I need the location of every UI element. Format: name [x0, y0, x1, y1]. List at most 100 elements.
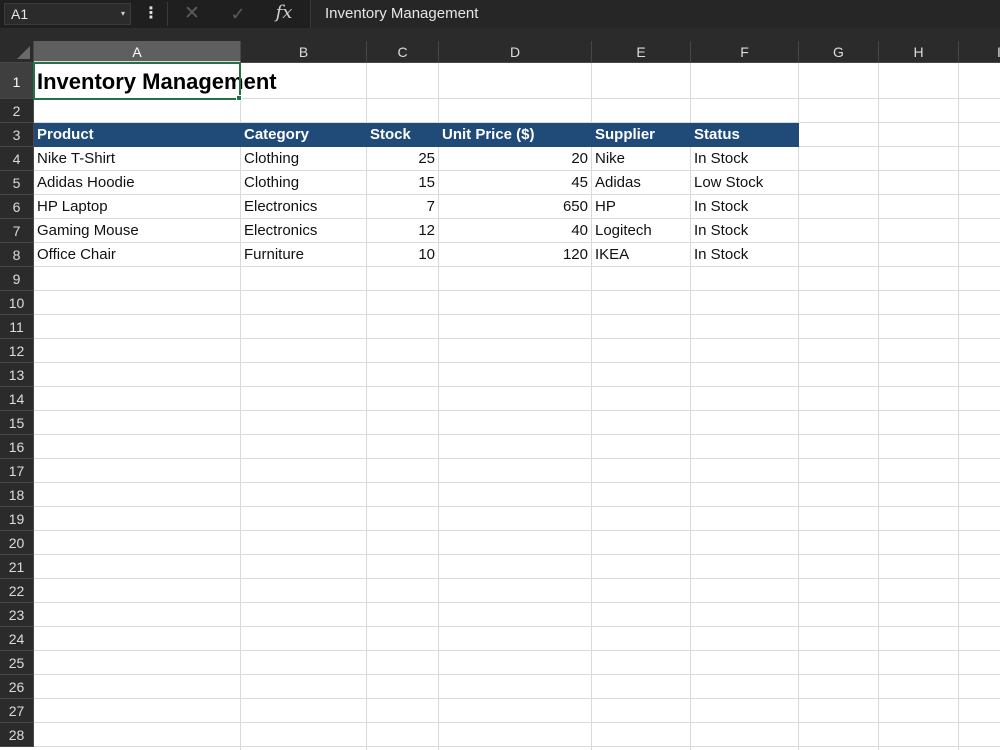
- gridline-horizontal: [34, 362, 1000, 363]
- cell-status[interactable]: In Stock: [691, 147, 798, 171]
- column-header-c[interactable]: C: [367, 41, 439, 63]
- gridline-vertical: [878, 63, 879, 750]
- cell-stock[interactable]: 7: [367, 195, 438, 219]
- row-header-11[interactable]: 11: [0, 315, 34, 339]
- column-header-h[interactable]: H: [879, 41, 959, 63]
- row-header-12[interactable]: 12: [0, 339, 34, 363]
- column-header-b[interactable]: B: [241, 41, 367, 63]
- cell-category[interactable]: Clothing: [241, 171, 366, 195]
- row-header-19[interactable]: 19: [0, 507, 34, 531]
- row-header-3[interactable]: 3: [0, 123, 34, 147]
- cell-product[interactable]: Office Chair: [34, 243, 240, 267]
- cell-status[interactable]: In Stock: [691, 195, 798, 219]
- formula-bar: A1 ▾ ⋮ ✕ ✓ fx Inventory Management: [0, 0, 1000, 28]
- gridline-horizontal: [34, 722, 1000, 723]
- row-header-9[interactable]: 9: [0, 267, 34, 291]
- header-category[interactable]: Category: [241, 123, 366, 147]
- cell-supplier[interactable]: HP: [592, 195, 690, 219]
- gridline-horizontal: [34, 674, 1000, 675]
- row-header-5[interactable]: 5: [0, 171, 34, 195]
- row-header-27[interactable]: 27: [0, 699, 34, 723]
- cell-supplier[interactable]: Adidas: [592, 171, 690, 195]
- cell-supplier[interactable]: IKEA: [592, 243, 690, 267]
- row-header-23[interactable]: 23: [0, 603, 34, 627]
- cell-status[interactable]: In Stock: [691, 243, 798, 267]
- gridline-horizontal: [34, 314, 1000, 315]
- spreadsheet-grid[interactable]: ABCDEFGHI 1 2 3 4 5 6 7 8 9 10 11 12 13 14 15 16 17 18 19 2…: [0, 41, 1000, 750]
- column-header-g[interactable]: G: [799, 41, 879, 63]
- gridline-vertical: [958, 63, 959, 750]
- gridline-horizontal: [34, 530, 1000, 531]
- row-header-4[interactable]: 4: [0, 147, 34, 171]
- gridline-horizontal: [34, 746, 1000, 747]
- row-header-15[interactable]: 15: [0, 411, 34, 435]
- formula-input[interactable]: Inventory Management: [310, 0, 1000, 28]
- cell-category[interactable]: Electronics: [241, 219, 366, 243]
- row-header-1[interactable]: 1: [0, 63, 34, 99]
- row-header-6[interactable]: 6: [0, 195, 34, 219]
- chevron-down-icon[interactable]: ▾: [121, 4, 125, 24]
- row-header-17[interactable]: 17: [0, 459, 34, 483]
- row-header-22[interactable]: 22: [0, 579, 34, 603]
- cell-status[interactable]: In Stock: [691, 219, 798, 243]
- column-header-d[interactable]: D: [439, 41, 592, 63]
- row-header-21[interactable]: 21: [0, 555, 34, 579]
- cell-stock[interactable]: 15: [367, 171, 438, 195]
- cell-unit-price[interactable]: 40: [439, 219, 591, 243]
- enter-icon[interactable]: ✓: [226, 2, 250, 26]
- row-header-8[interactable]: 8: [0, 243, 34, 267]
- row-header-10[interactable]: 10: [0, 291, 34, 315]
- gridline-horizontal: [34, 602, 1000, 603]
- more-options-icon[interactable]: ⋮: [142, 3, 160, 25]
- fill-handle[interactable]: [236, 95, 242, 101]
- row-header-7[interactable]: 7: [0, 219, 34, 243]
- row-header-24[interactable]: 24: [0, 627, 34, 651]
- cell-stock[interactable]: 10: [367, 243, 438, 267]
- header-supplier[interactable]: Supplier: [592, 123, 690, 147]
- insert-function-icon[interactable]: fx: [272, 1, 296, 25]
- cell-status[interactable]: Low Stock: [691, 171, 798, 195]
- cancel-icon[interactable]: ✕: [180, 2, 204, 26]
- column-header-f[interactable]: F: [691, 41, 799, 63]
- header-stock[interactable]: Stock: [367, 123, 438, 147]
- cell-category[interactable]: Clothing: [241, 147, 366, 171]
- gridline-horizontal: [34, 458, 1000, 459]
- column-header-a[interactable]: A: [34, 41, 241, 63]
- cell-supplier[interactable]: Logitech: [592, 219, 690, 243]
- cell-unit-price[interactable]: 120: [439, 243, 591, 267]
- gridline-horizontal: [34, 482, 1000, 483]
- gridline-horizontal: [34, 578, 1000, 579]
- header-unit-price[interactable]: Unit Price ($): [439, 123, 591, 147]
- cell-category[interactable]: Electronics: [241, 195, 366, 219]
- row-header-2[interactable]: 2: [0, 99, 34, 123]
- cell-product[interactable]: Nike T-Shirt: [34, 147, 240, 171]
- column-header-i[interactable]: I: [959, 41, 1000, 63]
- cell-stock[interactable]: 12: [367, 219, 438, 243]
- formula-bar-divider: [167, 2, 168, 26]
- row-header-28[interactable]: 28: [0, 723, 34, 747]
- cell-stock[interactable]: 25: [367, 147, 438, 171]
- select-all-button[interactable]: [0, 41, 34, 63]
- row-header-14[interactable]: 14: [0, 387, 34, 411]
- cell-unit-price[interactable]: 650: [439, 195, 591, 219]
- cell-product[interactable]: Adidas Hoodie: [34, 171, 240, 195]
- gridline-horizontal: [34, 554, 1000, 555]
- header-product[interactable]: Product: [34, 123, 240, 147]
- cell-product[interactable]: Gaming Mouse: [34, 219, 240, 243]
- gridline-vertical: [798, 63, 799, 750]
- cell-unit-price[interactable]: 45: [439, 171, 591, 195]
- row-header-16[interactable]: 16: [0, 435, 34, 459]
- row-header-25[interactable]: 25: [0, 651, 34, 675]
- header-status[interactable]: Status: [691, 123, 798, 147]
- row-header-20[interactable]: 20: [0, 531, 34, 555]
- cell-supplier[interactable]: Nike: [592, 147, 690, 171]
- row-header-18[interactable]: 18: [0, 483, 34, 507]
- row-header-26[interactable]: 26: [0, 675, 34, 699]
- name-box[interactable]: A1 ▾: [4, 3, 131, 25]
- cell-category[interactable]: Furniture: [241, 243, 366, 267]
- cell-unit-price[interactable]: 20: [439, 147, 591, 171]
- row-header-13[interactable]: 13: [0, 363, 34, 387]
- gridline-horizontal: [34, 410, 1000, 411]
- column-header-e[interactable]: E: [592, 41, 691, 63]
- cell-product[interactable]: HP Laptop: [34, 195, 240, 219]
